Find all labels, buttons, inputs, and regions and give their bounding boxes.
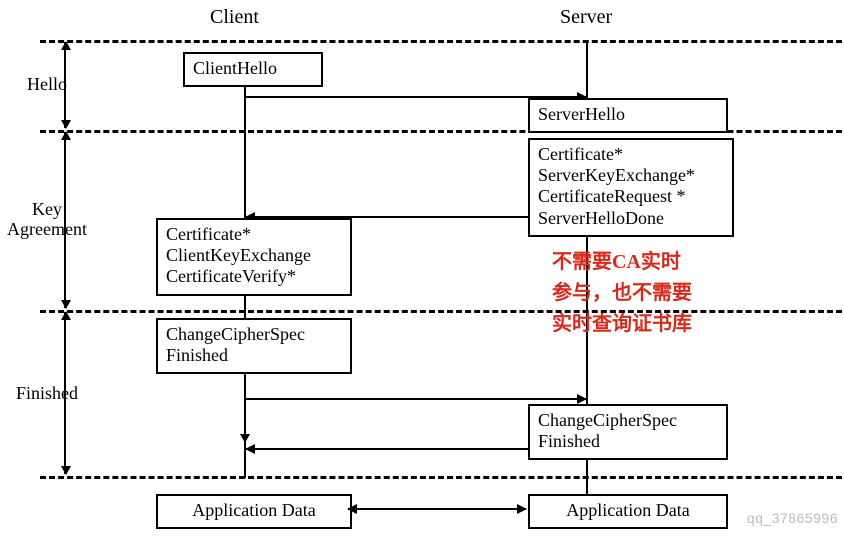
server-column-header: Server [560,6,612,29]
msg-server-appdata: Application Data [528,494,728,529]
client-lifeline-arrowhead [240,434,250,443]
phase-label-key-agreement: Key Agreement [2,200,92,240]
phase-label-hello: Hello [2,75,92,95]
server-lifeline-1 [586,40,588,98]
msg-line: Finished [538,431,718,452]
annotation-line: 实时查询证书库 [552,309,692,340]
arrow-client-ccs [246,398,586,400]
client-column-header: Client [210,6,259,29]
msg-line: ServerKeyExchange* [538,165,724,186]
msg-line: CertificateVerify* [166,266,342,287]
msg-server-cert-group: Certificate* ServerKeyExchange* Certific… [528,138,734,237]
ssl-handshake-sequence-diagram: Client Server Hello Key Agreement Finish… [0,0,844,540]
client-lifeline-1 [244,84,246,130]
msg-client-cert-group: Certificate* ClientKeyExchange Certifica… [156,218,352,296]
msg-line: Finished [166,345,342,366]
msg-line: ServerHello [538,104,718,125]
msg-line: ServerHelloDone [538,208,724,229]
divider-key-end [40,310,842,313]
msg-line: Application Data [538,500,718,521]
watermark-text: qq_37865996 [747,510,838,526]
divider-finished-end [40,476,842,479]
msg-line: ChangeCipherSpec [538,410,718,431]
msg-line: ChangeCipherSpec [166,324,342,345]
msg-client-hello: ClientHello [183,52,323,87]
msg-line: CertificateRequest * [538,186,724,207]
arrow-application-data [348,508,526,510]
divider-top [40,40,842,43]
annotation-line: 参与，也不需要 [552,278,692,309]
msg-line: Certificate* [538,144,724,165]
msg-line: Application Data [166,500,342,521]
msg-client-appdata: Application Data [156,494,352,529]
phase-label-finished: Finished [2,384,92,404]
msg-server-ccs: ChangeCipherSpec Finished [528,404,728,460]
msg-line: Certificate* [166,224,342,245]
msg-line: ClientKeyExchange [166,245,342,266]
arrow-server-ccs [246,448,528,450]
annotation-line: 不需要CA实时 [552,247,692,278]
annotation-ca-note: 不需要CA实时 参与，也不需要 实时查询证书库 [552,247,692,340]
msg-line: ClientHello [193,58,313,79]
msg-client-ccs: ChangeCipherSpec Finished [156,318,352,374]
client-lifeline-2 [244,130,246,220]
msg-server-hello: ServerHello [528,98,728,133]
